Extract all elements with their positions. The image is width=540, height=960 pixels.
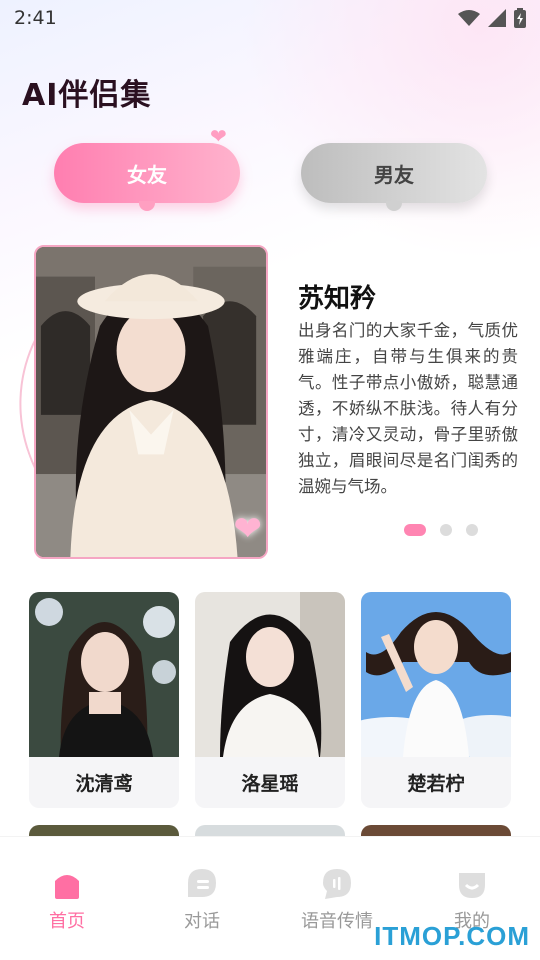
heart-sticker-icon: ❤ <box>233 509 263 549</box>
home-icon <box>55 875 79 899</box>
tab-boyfriend[interactable]: 男友 <box>301 143 487 211</box>
status-time: 2:41 <box>14 7 57 29</box>
featured-character-name: 苏知矜 <box>298 284 377 314</box>
tab-boyfriend-label: 男友 <box>374 162 414 187</box>
character-card[interactable]: 楚若柠 <box>361 592 511 808</box>
battery-icon <box>514 8 526 28</box>
profile-icon <box>459 873 485 898</box>
gender-tabs: 女友 男友 <box>0 143 540 213</box>
carousel-dot-2[interactable] <box>440 524 452 536</box>
watermark: ITMOP.COM <box>374 921 530 951</box>
chat-bubble-icon <box>188 869 216 897</box>
nav-label-home: 首页 <box>49 911 85 932</box>
character-card[interactable]: 洛星瑶 <box>195 592 345 808</box>
carousel-dot-3[interactable] <box>466 524 478 536</box>
tab-girlfriend-label: 女友 <box>127 162 167 187</box>
voice-message-icon <box>323 869 351 899</box>
carousel-dot-1[interactable] <box>404 524 426 536</box>
character-name: 楚若柠 <box>407 773 465 795</box>
carousel-indicator <box>404 524 478 536</box>
character-name: 洛星瑶 <box>241 773 299 795</box>
character-photo <box>361 592 511 757</box>
nav-item-chat[interactable]: 对话 <box>147 867 257 933</box>
featured-photo-illustration <box>36 247 266 557</box>
page-title: AI伴侣集 <box>22 78 152 113</box>
signal-icon <box>488 9 506 27</box>
character-name: 沈清鸢 <box>75 773 133 795</box>
tab-girlfriend[interactable]: 女友 <box>54 143 240 211</box>
nav-item-home[interactable]: 首页 <box>12 867 122 933</box>
nav-label-voice: 语音传情 <box>301 911 373 932</box>
page-background-glow <box>240 0 540 260</box>
wifi-icon <box>458 10 480 26</box>
featured-character-description: 出身名门的大家千金，气质优雅端庄，自带与生俱来的贵气。性子带点小傲娇，聪慧通透，… <box>298 321 518 496</box>
status-bar: 2:41 <box>0 0 540 36</box>
nav-label-chat: 对话 <box>184 911 220 932</box>
character-card[interactable]: 沈清鸢 <box>29 592 179 808</box>
character-photo <box>195 592 345 757</box>
featured-character-photo[interactable]: ❤ <box>34 245 268 559</box>
status-icons <box>458 8 526 28</box>
character-photo <box>29 592 179 757</box>
